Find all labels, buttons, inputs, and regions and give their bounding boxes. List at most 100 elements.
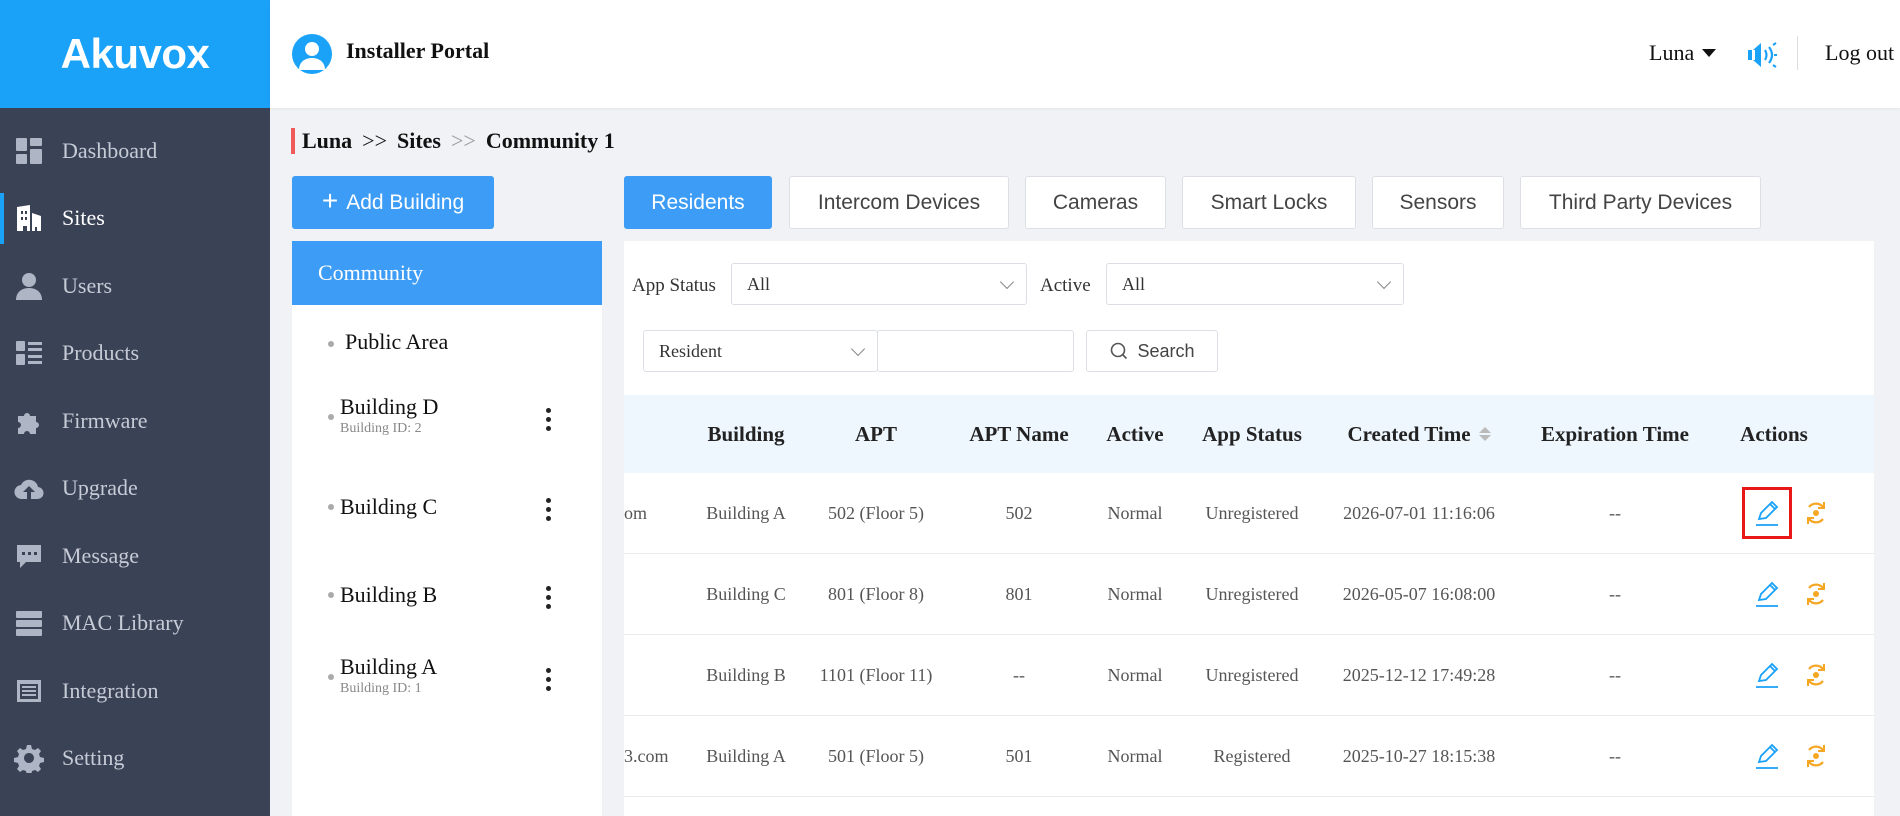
table-row[interactable]: Building C 801 (Floor 8) 801 Normal Unre… [624,554,1874,635]
table-row[interactable]: 3.com Building A 501 (Floor 5) 501 Norma… [624,716,1874,797]
tree-item-building-d[interactable]: Building D Building ID: 2 [292,371,602,436]
cell-created-time: 2026-07-01 11:16:06 [1343,503,1495,523]
tab-third-party-devices[interactable]: Third Party Devices [1520,176,1761,229]
dashboard-icon [14,136,44,166]
more-vertical-icon[interactable] [536,494,560,524]
table-row[interactable]: Building B 1101 (Floor 11) -- Normal Unr… [624,635,1874,716]
sidebar-item-mac-library[interactable]: MAC Library [0,590,270,658]
sidebar-item-upgrade[interactable]: Upgrade [0,455,270,523]
add-building-button[interactable]: + Add Building [292,176,494,229]
cell-apt-name: -- [1013,665,1025,685]
more-vertical-icon[interactable] [536,582,560,612]
chat-icon [14,541,44,571]
tree-item-id: Building ID: 1 [340,681,422,696]
tree-item-public-area[interactable]: Public Area [292,305,602,365]
search-button-label: Search [1137,340,1195,361]
cell-active: Normal [1107,584,1163,604]
cell-apt-name: 501 [1005,746,1033,766]
header-divider [1797,36,1798,70]
cell-app-status: Unregistered [1205,503,1299,523]
edit-icon[interactable] [1750,577,1784,611]
user-name: Luna [1649,40,1695,65]
reset-icon[interactable] [1799,658,1833,692]
tab-residents[interactable]: Residents [624,176,772,229]
tab-smart-locks[interactable]: Smart Locks [1182,176,1356,229]
reset-icon[interactable] [1799,496,1833,530]
app-status-select[interactable]: All [731,263,1027,305]
cell-building: Building B [706,665,786,685]
top-header: Installer Portal Luna Log out [270,0,1900,108]
sort-icon[interactable] [1478,427,1491,441]
created-time-label: Created Time [1347,421,1471,446]
active-select[interactable]: All [1106,263,1404,305]
chevron-down-icon [1376,274,1392,290]
tree-item-building-b[interactable]: Building B [292,549,602,609]
table-row[interactable]: om Building A 502 (Floor 5) 502 Normal U… [624,473,1874,554]
cell-building: Building A [706,503,786,523]
user-menu-dropdown[interactable]: Luna [1649,40,1717,66]
breadcrumb-item-sites[interactable]: Sites [397,128,441,154]
brand-logo[interactable]: Akuvox [0,0,270,108]
sidebar-item-users[interactable]: Users [0,252,270,320]
bullet-icon [328,674,334,680]
tree-item-name: Public Area [345,329,449,354]
sidebar-item-sites[interactable]: Sites [0,184,270,252]
more-vertical-icon[interactable] [536,664,560,694]
speaker-icon[interactable] [1746,40,1778,70]
building-tree: Community Public Area Building D Buildin… [292,241,602,816]
search-input[interactable] [877,330,1074,372]
sidebar-item-products[interactable]: Products [0,320,270,388]
sidebar-item-setting[interactable]: Setting [0,725,270,793]
edit-icon[interactable] [1750,739,1784,773]
user-icon [14,271,44,301]
gear-icon [14,743,44,774]
column-header-active: Active [1106,421,1164,446]
sidebar-item-dashboard[interactable]: Dashboard [0,117,270,185]
search-button[interactable]: Search [1086,330,1218,372]
caret-down-icon [1702,49,1717,57]
sidebar-item-firmware[interactable]: Firmware [0,387,270,455]
column-header-app-status: App Status [1202,421,1302,446]
column-header-apt: APT [855,421,897,446]
tab-intercom-devices[interactable]: Intercom Devices [789,176,1009,229]
logout-link[interactable]: Log out [1825,40,1894,66]
tree-item-building-a[interactable]: Building A Building ID: 1 [292,631,602,696]
breadcrumb-item-luna[interactable]: Luna [302,128,352,154]
bullet-icon [328,504,334,510]
active-label: Active [1040,275,1091,296]
edit-icon[interactable] [1750,658,1784,692]
sidebar-item-label: Products [62,340,139,366]
edit-icon[interactable] [1750,496,1784,530]
cell-active: Normal [1107,665,1163,685]
cell-app-status: Unregistered [1205,584,1299,604]
sidebar-item-integration[interactable]: Integration [0,657,270,725]
tab-cameras[interactable]: Cameras [1025,176,1166,229]
puzzle-icon [14,406,44,436]
table-header: Building APT APT Name Active App Status … [624,395,1874,473]
search-type-select[interactable]: Resident [643,330,878,372]
bullet-icon [328,414,334,420]
reset-icon[interactable] [1799,739,1833,773]
tree-item-community[interactable]: Community [292,241,602,305]
cell-expiration-time: -- [1609,746,1621,766]
sidebar-item-message[interactable]: Message [0,522,270,590]
cloud-upload-icon [14,473,44,503]
reset-icon[interactable] [1799,577,1833,611]
sidebar-item-label: Users [62,272,113,298]
tab-sensors[interactable]: Sensors [1372,176,1504,229]
cell-email [624,635,684,716]
search-type-value: Resident [659,340,722,361]
breadcrumb-separator: >> [362,128,387,153]
column-header-created-time[interactable]: Created Time [1324,395,1514,473]
sidebar-item-label: Dashboard [62,137,158,163]
cell-created-time: 2025-12-12 17:49:28 [1342,665,1496,685]
app-root: Akuvox Dashboard Sites Users Products Fi… [0,0,1900,816]
breadcrumb: Luna >> Sites >> Community 1 [291,128,615,154]
cell-app-status: Unregistered [1205,665,1299,685]
more-vertical-icon[interactable] [536,404,560,434]
tree-item-building-c[interactable]: Building C [292,461,602,521]
building-icon [14,203,44,233]
bullet-icon [328,341,334,347]
sidebar-item-label: Message [62,542,139,568]
cell-apt-name: 801 [1005,584,1033,604]
